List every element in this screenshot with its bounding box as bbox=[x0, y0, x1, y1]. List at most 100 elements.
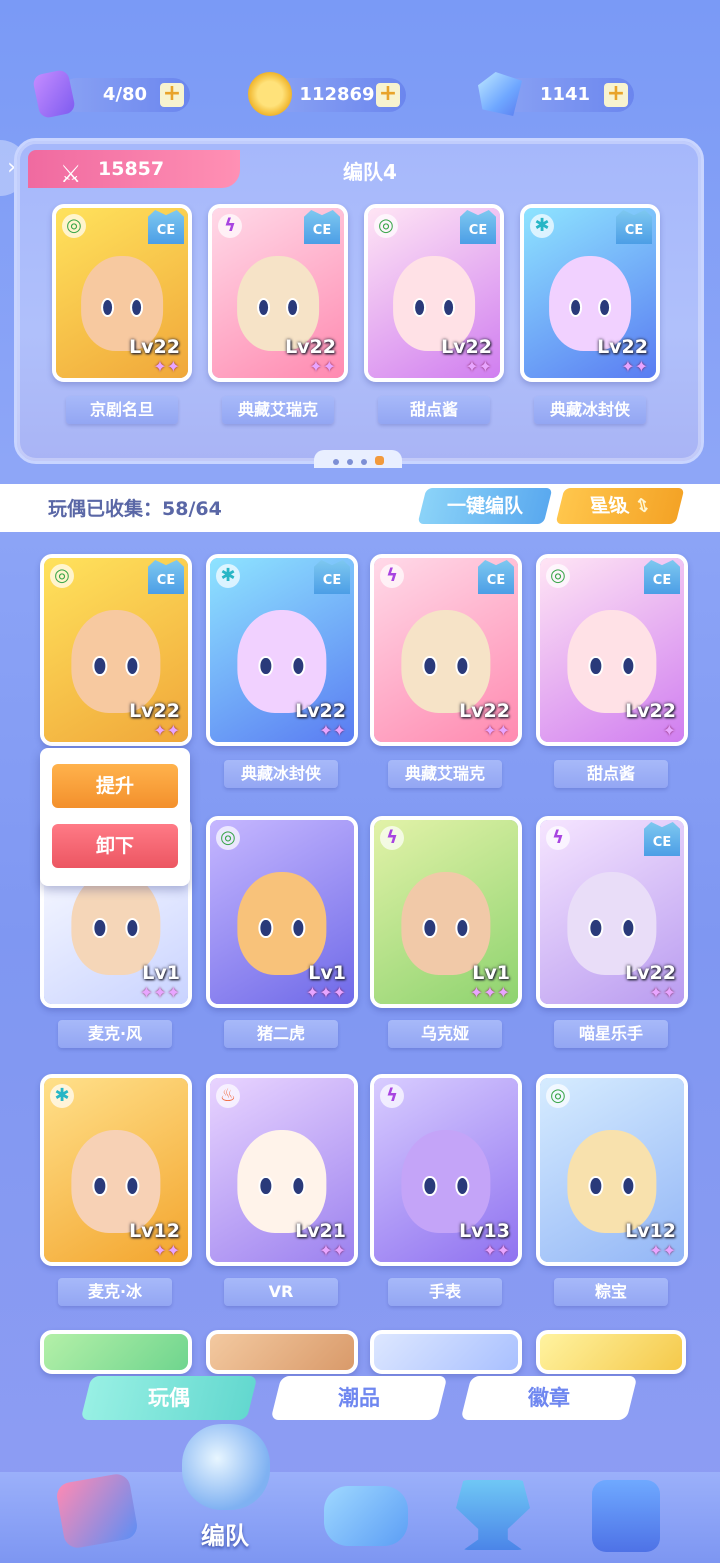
doll-card[interactable]: ϟ Lv1 ✦✦✦ bbox=[370, 816, 522, 1008]
star-rating: ✦✦ bbox=[649, 1241, 676, 1260]
doll-card[interactable]: ϟ Lv13 ✦✦ bbox=[370, 1074, 522, 1266]
doll-card[interactable]: ϟ CE Lv22 ✦✦ bbox=[370, 554, 522, 746]
team-member-card[interactable]: ◎ CE Lv22 ✦✦ bbox=[364, 204, 504, 382]
element-icon: ✱ bbox=[216, 564, 240, 588]
doll-figure bbox=[567, 1129, 657, 1233]
doll-card-partial[interactable] bbox=[206, 1330, 358, 1374]
unequip-button[interactable]: 卸下 bbox=[52, 824, 178, 868]
doll-eye bbox=[422, 1175, 438, 1197]
doll-card[interactable]: ✱ Lv12 ✦✦ bbox=[40, 1074, 192, 1266]
upgrade-arrow-icon[interactable] bbox=[54, 1472, 140, 1550]
add-stamina-button[interactable]: + bbox=[160, 83, 184, 107]
doll-card[interactable]: ✱ CE Lv22 ✦✦ bbox=[206, 554, 358, 746]
star-rating: ✦✦ bbox=[621, 357, 648, 376]
doll-name-label: 甜点酱 bbox=[378, 396, 490, 424]
doll-figure bbox=[237, 609, 327, 713]
doll-name-label: 典藏艾瑞克 bbox=[388, 760, 502, 788]
element-icon: ϟ bbox=[218, 214, 242, 238]
page-indicator bbox=[314, 450, 402, 468]
team-member-card[interactable]: ◎ CE Lv22 ✦✦ bbox=[52, 204, 192, 382]
star-rating: ✦✦ bbox=[153, 721, 180, 740]
element-icon: ◎ bbox=[546, 564, 570, 588]
doll-name-label: 麦克·冰 bbox=[58, 1278, 172, 1306]
doll-level: Lv22 bbox=[129, 700, 180, 722]
doll-card[interactable]: ◎ Lv12 ✦✦ bbox=[536, 1074, 688, 1266]
doll-figure bbox=[237, 871, 327, 975]
doll-figure bbox=[567, 871, 657, 975]
tab-dolls[interactable]: 玩偶 bbox=[80, 1376, 258, 1420]
collection-count: 玩偶已收集：58/64 bbox=[48, 498, 222, 520]
doll-level: Lv1 bbox=[472, 962, 510, 984]
doll-eye bbox=[124, 1175, 140, 1197]
doll-eye bbox=[92, 655, 108, 677]
doll-figure bbox=[401, 871, 491, 975]
stamina-counter: 4/80 + bbox=[60, 78, 190, 112]
sort-by-star-button[interactable]: 星级 ⇕ bbox=[555, 488, 685, 524]
tab-trendy[interactable]: 潮品 bbox=[270, 1376, 448, 1420]
auto-team-label: 一键编队 bbox=[446, 495, 523, 517]
doll-eye bbox=[588, 917, 604, 939]
doll-card[interactable]: ◎ Lv1✦✦✦ bbox=[206, 816, 358, 1008]
doll-name-label: 粽宝 bbox=[554, 1278, 668, 1306]
whistle-icon[interactable] bbox=[182, 1424, 270, 1510]
doll-card-partial[interactable] bbox=[370, 1330, 522, 1374]
star-rating: ✦✦✦ bbox=[469, 983, 510, 1002]
doll-card[interactable]: ϟ CE Lv22 ✦✦ bbox=[536, 816, 688, 1008]
doll-eye bbox=[258, 655, 274, 677]
crossed-swords-icon: ⚔ bbox=[60, 160, 82, 188]
tab-badges-label: 徽章 bbox=[528, 1386, 570, 1410]
star-rating: ✦✦ bbox=[309, 357, 336, 376]
doll-eye bbox=[412, 298, 426, 318]
stamina-card-icon bbox=[31, 68, 77, 120]
doll-eye bbox=[92, 1175, 108, 1197]
element-icon: ◎ bbox=[216, 826, 240, 850]
upgrade-button[interactable]: 提升 bbox=[52, 764, 178, 808]
doll-level: Lv22 bbox=[295, 700, 346, 722]
page-dot bbox=[332, 459, 339, 465]
element-icon: ◎ bbox=[62, 214, 86, 238]
doll-eye bbox=[124, 917, 140, 939]
mystery-machine-icon[interactable] bbox=[592, 1480, 660, 1552]
doll-card[interactable]: ♨ Lv21 ✦✦ bbox=[206, 1074, 358, 1266]
doll-eye bbox=[620, 917, 636, 939]
gold-counter: 112869 + bbox=[272, 78, 406, 112]
doll-figure bbox=[237, 1129, 327, 1233]
star-rating: ✦✦ bbox=[319, 1241, 346, 1260]
crystal-value: 1141 bbox=[539, 84, 591, 105]
doll-eye bbox=[290, 655, 306, 677]
doll-card-partial[interactable] bbox=[40, 1330, 192, 1374]
doll-eye bbox=[422, 917, 438, 939]
doll-eye bbox=[100, 298, 114, 318]
team-member-card[interactable]: ϟ CE Lv22 ✦✦ bbox=[208, 204, 348, 382]
doll-level: Lv22 bbox=[459, 700, 510, 722]
gamepad-icon[interactable] bbox=[324, 1486, 408, 1546]
doll-card[interactable]: ◎ CE Lv22 ✦ bbox=[536, 554, 688, 746]
doll-eye bbox=[454, 655, 470, 677]
add-gold-button[interactable]: + bbox=[376, 83, 400, 107]
doll-card[interactable]: ◎ CE Lv22 ✦✦ bbox=[40, 554, 192, 746]
element-icon: ♨ bbox=[216, 1084, 240, 1108]
doll-level: Lv1 bbox=[308, 962, 346, 984]
doll-figure bbox=[567, 609, 657, 713]
doll-name-label: 猪二虎 bbox=[224, 1020, 338, 1048]
doll-level: Lv13 bbox=[459, 1220, 510, 1242]
doll-eye bbox=[256, 298, 270, 318]
doll-name-label: 典藏冰封侠 bbox=[534, 396, 646, 424]
ce-badge-icon: CE bbox=[616, 210, 652, 244]
ce-badge-icon: CE bbox=[460, 210, 496, 244]
team-member-card[interactable]: ✱ CE Lv22 ✦✦ bbox=[520, 204, 660, 382]
gold-coin-icon bbox=[248, 72, 292, 116]
element-icon: ◎ bbox=[546, 1084, 570, 1108]
nav-team-label: 编队 bbox=[201, 1522, 249, 1550]
tab-badges[interactable]: 徽章 bbox=[460, 1376, 638, 1420]
doll-card-partial[interactable] bbox=[536, 1330, 686, 1374]
doll-level: Lv12 bbox=[129, 1220, 180, 1242]
add-crystal-button[interactable]: + bbox=[604, 83, 628, 107]
doll-eye bbox=[588, 655, 604, 677]
doll-eye bbox=[422, 655, 438, 677]
doll-eye bbox=[568, 298, 582, 318]
doll-name-label: 乌克娅 bbox=[388, 1020, 502, 1048]
auto-team-button[interactable]: 一键编队 bbox=[417, 488, 553, 524]
star-rating: ✦✦✦ bbox=[139, 983, 180, 1002]
ce-badge-icon: CE bbox=[304, 210, 340, 244]
